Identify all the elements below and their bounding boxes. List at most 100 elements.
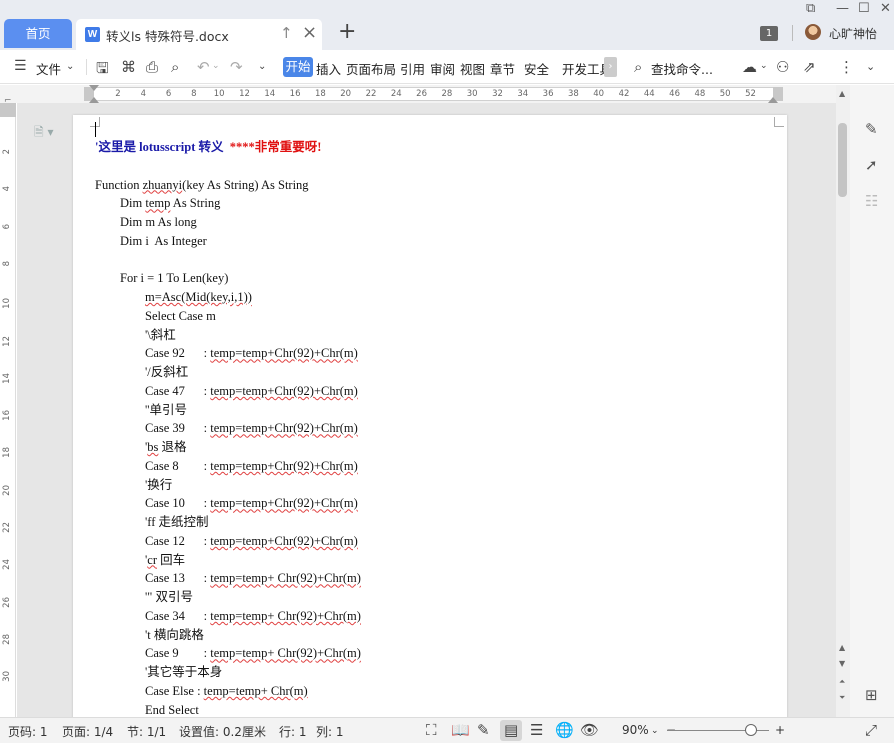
outline-view-icon[interactable]: ☰: [530, 721, 543, 739]
document-line[interactable]: End Select: [145, 701, 199, 718]
write-mode-icon[interactable]: ✎: [477, 721, 490, 739]
avatar[interactable]: [805, 24, 821, 40]
status-setting-value[interactable]: 设置值: 0.2厘米: [179, 723, 266, 740]
document-line[interactable]: Dim temp As String: [120, 194, 220, 212]
status-row[interactable]: 行: 1: [279, 723, 307, 740]
web-view-icon[interactable]: 🌐: [555, 721, 574, 739]
document-line[interactable]: '/反斜杠: [145, 363, 188, 381]
document-line[interactable]: Select Case m: [145, 307, 216, 325]
chevron-down-icon[interactable]: ⌄: [212, 61, 220, 71]
document-line[interactable]: 't 横向跳格: [145, 626, 204, 644]
chevron-down-icon[interactable]: ⌄: [66, 61, 74, 72]
select-cursor-icon[interactable]: ➚: [865, 156, 878, 174]
document-line[interactable]: Case 13 : temp=temp+ Chr(92)+Chr(m): [145, 569, 361, 587]
close-window-icon[interactable]: ✕: [880, 1, 891, 16]
status-pages[interactable]: 页面: 1/4: [62, 723, 113, 740]
first-line-indent-handle[interactable]: [89, 85, 99, 91]
print-preview-icon[interactable]: ⌕: [171, 58, 179, 76]
status-page-number[interactable]: 页码: 1: [8, 723, 48, 740]
document-line[interactable]: '其它等于本身: [145, 663, 222, 681]
grid-apps-icon[interactable]: ⊞: [865, 686, 878, 704]
eye-protection-icon[interactable]: 👁: [580, 721, 599, 739]
tab-developer[interactable]: 开发工具: [562, 59, 604, 78]
undo-icon[interactable]: ↶: [197, 58, 210, 76]
document-line[interactable]: For i = 1 To Len(key): [120, 269, 228, 287]
tab-review[interactable]: 审阅: [430, 59, 455, 78]
edit-pen-icon[interactable]: ✎: [865, 120, 878, 138]
scroll-down-icon[interactable]: ▼: [839, 659, 845, 668]
document-page[interactable]: '这里是 lotusscript 转义 ****非常重要呀! Function z…: [73, 115, 787, 717]
document-line[interactable]: 'cr 回车: [145, 551, 185, 569]
tab-references[interactable]: 引用: [400, 59, 425, 78]
properties-icon[interactable]: ☷: [865, 192, 878, 210]
document-line[interactable]: '这里是 lotusscript 转义 ****非常重要呀!: [95, 138, 321, 156]
page-down-icon[interactable]: ⏷: [839, 693, 845, 703]
document-line[interactable]: '换行: [145, 476, 172, 494]
document-line[interactable]: 'ff 走纸控制: [145, 513, 208, 531]
document-line[interactable]: Case 8 : temp=temp+Chr(92)+Chr(m): [145, 457, 358, 475]
search-icon[interactable]: ⌕: [634, 58, 642, 76]
redo-icon[interactable]: ↷: [230, 58, 243, 76]
chevron-down-icon[interactable]: ⌄: [651, 726, 659, 736]
document-line[interactable]: Case 47 : temp=temp+Chr(92)+Chr(m): [145, 382, 358, 400]
vertical-ruler[interactable]: 2 4 6 8 10 12 14 16 18 20 22 24 26 28 30: [0, 117, 16, 717]
reading-mode-icon[interactable]: 📖: [451, 721, 470, 739]
document-line[interactable]: Function zhuanyi(key As String) As Strin…: [95, 176, 309, 194]
tab-start[interactable]: 开始: [283, 57, 313, 77]
document-line[interactable]: 'bs 退格: [145, 438, 187, 456]
document-line[interactable]: ''单引号: [145, 401, 187, 419]
document-line[interactable]: Case 92 : temp=temp+Chr(92)+Chr(m): [145, 344, 358, 362]
more-options-icon[interactable]: ⋮: [839, 58, 854, 76]
zoom-in-icon[interactable]: +: [775, 723, 785, 737]
vertical-scrollbar[interactable]: ▲ ▲ ▼ ⏶ ⏷: [836, 85, 850, 717]
format-painter-icon[interactable]: ⌘: [121, 58, 136, 76]
print-icon[interactable]: ⎙: [146, 58, 158, 76]
zoom-slider-thumb[interactable]: [745, 724, 757, 736]
upload-arrow-icon[interactable]: ↑: [280, 24, 293, 42]
cloud-sync-icon[interactable]: ☁: [742, 58, 757, 76]
document-line[interactable]: m=Asc(Mid(key,i,1)): [145, 288, 252, 306]
restore-icon[interactable]: ⧉: [806, 1, 815, 16]
ribbon-scroll-right-icon[interactable]: ›: [604, 57, 617, 77]
collapse-ribbon-icon[interactable]: ⌄: [866, 60, 875, 73]
new-tab-button[interactable]: +: [338, 20, 356, 44]
status-column[interactable]: 列: 1: [316, 723, 344, 740]
tab-view[interactable]: 视图: [460, 59, 485, 78]
document-line[interactable]: Case 12 : temp=temp+Chr(92)+Chr(m): [145, 532, 358, 550]
document-line[interactable]: Case Else : temp=temp+ Chr(m): [145, 682, 308, 700]
minimize-icon[interactable]: —: [836, 1, 849, 16]
tab-chapter[interactable]: 章节: [490, 59, 515, 78]
tab-page-layout[interactable]: 页面布局: [346, 59, 396, 78]
chevron-down-icon[interactable]: ⌄: [760, 61, 768, 71]
document-line[interactable]: Dim m As long: [120, 213, 197, 231]
document-line[interactable]: Case 39 : temp=temp+Chr(92)+Chr(m): [145, 419, 358, 437]
collaborate-icon[interactable]: ⚇: [776, 58, 789, 76]
tab-document[interactable]: W 转义ls 特殊符号.docx ↑ ×: [76, 19, 322, 50]
document-line[interactable]: Case 34 : temp=temp+ Chr(92)+Chr(m): [145, 607, 361, 625]
maximize-icon[interactable]: ☐: [858, 1, 870, 16]
fit-page-icon[interactable]: ⤢: [865, 721, 877, 739]
close-tab-icon[interactable]: ×: [302, 22, 317, 43]
save-icon[interactable]: 🖫: [96, 58, 109, 83]
status-section[interactable]: 节: 1/1: [127, 723, 166, 740]
page-up-icon[interactable]: ⏶: [839, 677, 845, 687]
tab-insert[interactable]: 插入: [316, 59, 341, 78]
scroll-up-icon[interactable]: ▲: [839, 643, 845, 652]
scrollbar-thumb[interactable]: [838, 123, 847, 197]
navigation-pane-icon[interactable]: 🗎 ▾: [34, 123, 54, 144]
file-menu[interactable]: 文件: [36, 59, 61, 78]
command-search[interactable]: 查找命令...: [651, 59, 713, 78]
horizontal-ruler[interactable]: 2 4 6 8 10 12 14 16 18 20 22 24 26 28 30 32 34 36 38 40 42 44…: [94, 87, 773, 101]
document-line[interactable]: '\斜杠: [145, 326, 176, 344]
document-line[interactable]: '" 双引号: [145, 588, 193, 606]
zoom-level[interactable]: 90%: [622, 723, 649, 737]
window-count-badge[interactable]: 1: [760, 26, 778, 41]
tab-security[interactable]: 安全: [524, 59, 549, 78]
document-line[interactable]: Case 9 : temp=temp+ Chr(92)+Chr(m): [145, 644, 361, 662]
share-icon[interactable]: ⇗: [803, 58, 816, 76]
scroll-up-icon[interactable]: ▲: [839, 89, 845, 98]
tab-home[interactable]: 首页: [4, 19, 72, 48]
fullscreen-icon[interactable]: ⛶: [426, 721, 437, 739]
document-line[interactable]: Case 10 : temp=temp+Chr(92)+Chr(m): [145, 494, 358, 512]
more-quick-access-icon[interactable]: ⌄: [258, 61, 266, 72]
